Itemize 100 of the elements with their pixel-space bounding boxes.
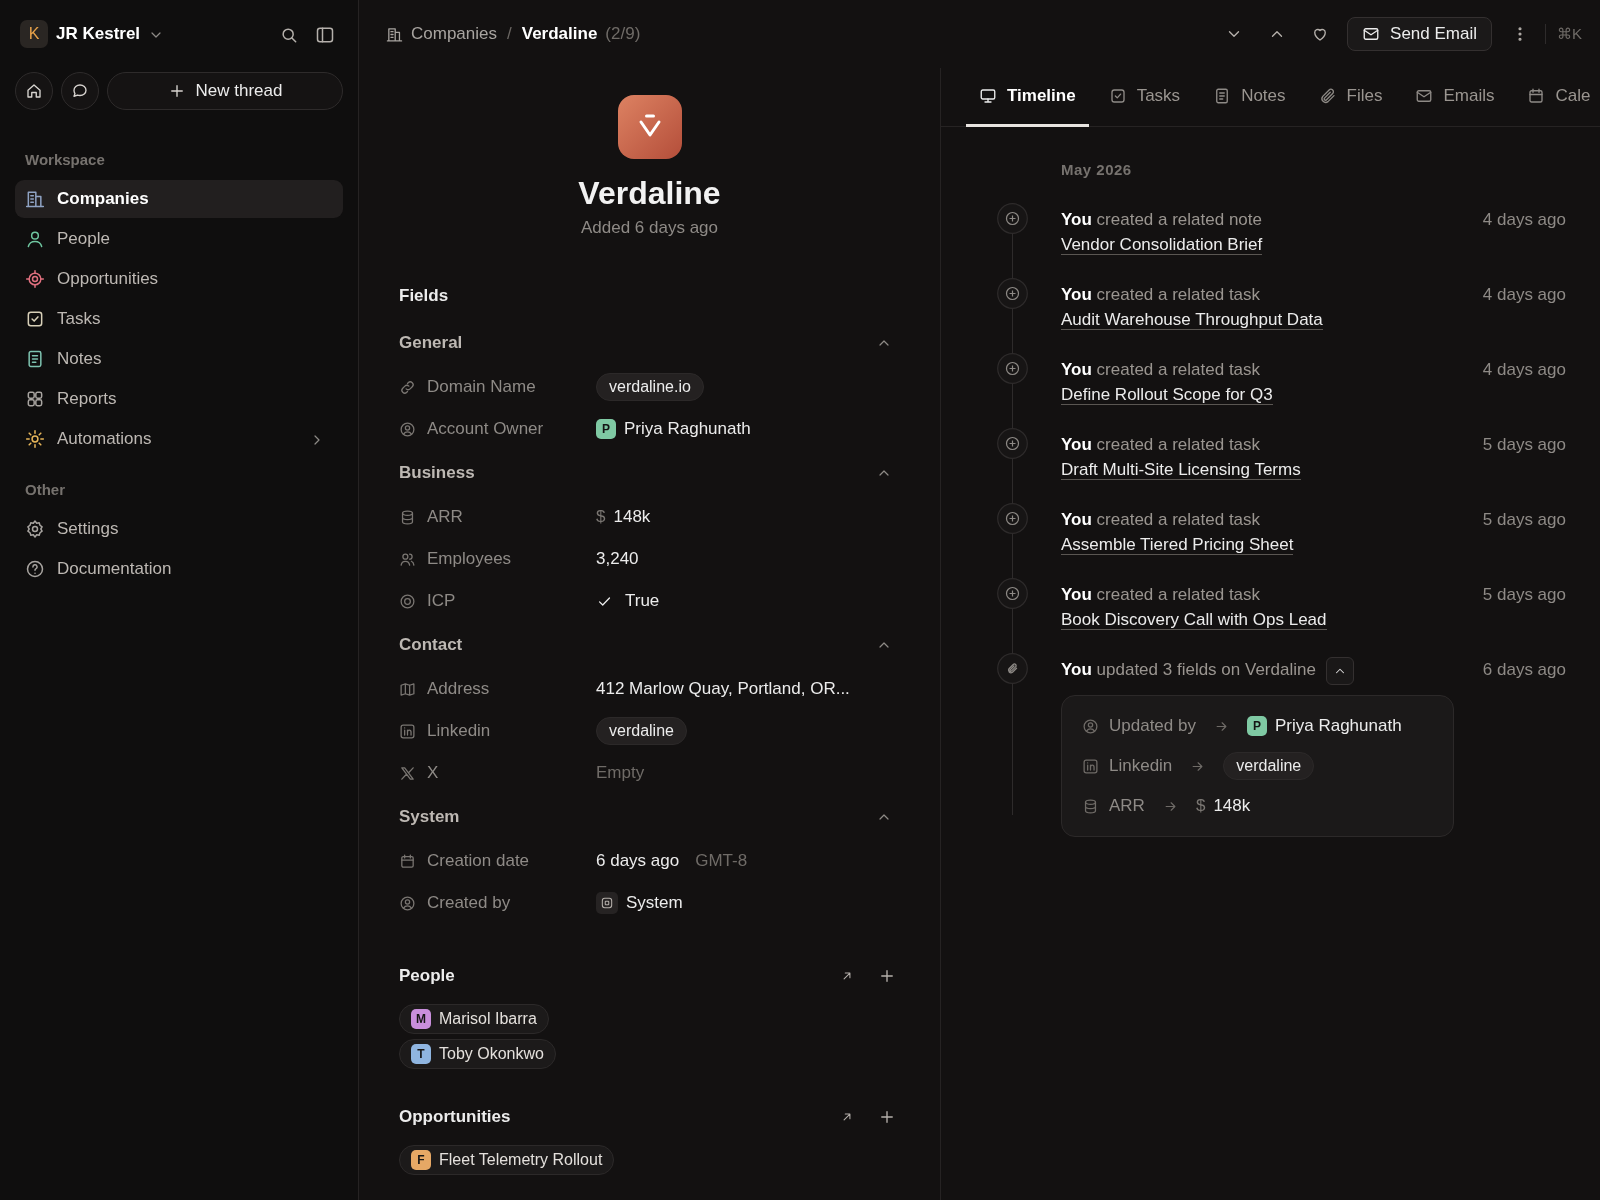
sidebar-item[interactable]: Automations — [15, 420, 343, 458]
event-text: You created a related note Vendor Consolidation Brief — [1061, 209, 1264, 257]
record-link[interactable]: Book Discovery Call with Ops Lead — [1061, 610, 1327, 630]
user-circle-icon — [399, 894, 416, 912]
record-link[interactable]: Audit Warehouse Throughput Data — [1061, 310, 1323, 330]
avatar: P — [596, 419, 616, 439]
record-chip[interactable]: F Fleet Telemetry Rollout — [399, 1145, 615, 1175]
tab[interactable]: Tasks — [1095, 68, 1194, 127]
field-label: Linkedin — [427, 720, 491, 743]
group-title: Contact — [399, 634, 463, 657]
event-text: You created a related task Assemble Tiered Pricing Sheet — [1061, 509, 1295, 557]
empty-value: Empty — [596, 762, 645, 785]
breadcrumb-separator: / — [507, 23, 512, 46]
sidebar-item[interactable]: People — [15, 220, 343, 258]
sidebar-item[interactable]: Notes — [15, 340, 343, 378]
record-link[interactable]: Define Rollout Scope for Q3 — [1061, 385, 1273, 405]
breadcrumb-current: Verdaline — [521, 23, 598, 46]
sidebar-item[interactable]: Tasks — [15, 300, 343, 338]
x-logo-icon — [399, 764, 416, 782]
system-icon — [600, 896, 614, 910]
calendar-icon — [399, 852, 416, 870]
note-icon — [25, 349, 45, 369]
event-text: You updated 3 fields on Verdaline — [1061, 653, 1456, 685]
building-icon — [386, 25, 403, 43]
event-time: 5 days ago — [1481, 509, 1567, 531]
link-icon — [399, 378, 416, 396]
linkedin-icon — [399, 722, 416, 740]
new-thread-button[interactable]: New thread — [107, 72, 343, 110]
group-title: System — [399, 806, 460, 829]
home-button[interactable] — [15, 72, 53, 110]
sidebar-item[interactable]: Companies — [15, 180, 343, 218]
workspace-name[interactable]: JR Kestrel — [56, 21, 141, 47]
target-icon — [25, 269, 45, 289]
sidebar-item[interactable]: Settings — [15, 510, 343, 548]
field-label: Employees — [427, 548, 512, 571]
record-subtitle: Added 6 days ago — [580, 217, 719, 239]
group-title: Business — [399, 462, 475, 485]
breadcrumb-link[interactable]: Companies — [411, 21, 497, 47]
value-chip[interactable]: verdaline — [596, 717, 687, 745]
plus-icon[interactable] — [878, 967, 896, 985]
fields-heading: Fields — [399, 284, 450, 307]
record-link[interactable]: Assemble Tiered Pricing Sheet — [1061, 535, 1294, 555]
currency-symbol: $ — [1195, 795, 1206, 818]
chip-label: Marisol Ibarra — [439, 1009, 537, 1029]
event-text: You created a related task Draft Multi-Site Licensing Terms — [1061, 434, 1302, 482]
record-chip[interactable]: M Marisol Ibarra — [399, 1004, 549, 1034]
record-position: (2/9) — [605, 23, 641, 46]
sidebar-item[interactable]: Documentation — [15, 550, 343, 588]
section-title: People — [399, 965, 455, 988]
workspace-avatar: K — [20, 20, 48, 48]
paperclip-icon — [1318, 87, 1337, 105]
tab[interactable]: Cale — [1514, 68, 1600, 127]
shortcut-hint: ⌘K — [1557, 23, 1582, 44]
section-title: Opportunities — [399, 1106, 511, 1129]
mail-icon — [1362, 25, 1381, 43]
event-text: You created a related task Audit Warehouse Throughput Data — [1061, 284, 1324, 332]
tab[interactable]: Timeline — [966, 68, 1089, 127]
field-label: Creation date — [427, 850, 530, 873]
database-icon — [1082, 797, 1099, 815]
send-email-button[interactable]: Send Email — [1347, 17, 1492, 51]
avatar: M — [411, 1009, 431, 1029]
record-link[interactable]: Vendor Consolidation Brief — [1061, 235, 1263, 255]
linkedin-icon — [1082, 757, 1099, 775]
company-logo — [617, 95, 682, 159]
timezone-label: GMT-8 — [695, 850, 748, 873]
calendar-icon — [1527, 87, 1546, 105]
avatar: T — [411, 1044, 431, 1064]
event-time: 6 days ago — [1481, 659, 1567, 681]
person-name: Priya Raghunath — [1274, 715, 1402, 738]
field-label: Domain Name — [427, 376, 536, 399]
tab[interactable]: Emails — [1402, 68, 1508, 127]
field-value: 148k — [613, 506, 651, 529]
building-icon — [25, 189, 45, 209]
field-label: Created by — [427, 892, 511, 915]
record-chip[interactable]: T Toby Okonkwo — [399, 1039, 556, 1069]
record-title: Verdaline — [578, 174, 721, 213]
help-icon — [25, 559, 45, 579]
sidebar-item[interactable]: Opportunities — [15, 260, 343, 298]
chat-button[interactable] — [61, 72, 99, 110]
tab[interactable]: Files — [1305, 68, 1396, 127]
field-value: 148k — [1213, 795, 1251, 818]
avatar: F — [411, 1150, 431, 1170]
plus-icon[interactable] — [878, 1108, 896, 1126]
change-label: ARR — [1109, 795, 1145, 818]
person-name: Priya Raghunath — [624, 418, 751, 441]
section-label: Workspace — [24, 150, 106, 170]
checkbox-icon — [25, 309, 45, 329]
field-value: System — [626, 892, 683, 915]
value-chip[interactable]: verdaline — [1223, 752, 1315, 780]
section-label: Other — [24, 480, 66, 500]
change-label: Updated by — [1109, 715, 1196, 738]
person-icon — [25, 229, 45, 249]
sidebar-item[interactable]: Reports — [15, 380, 343, 418]
field-value: 6 days ago — [596, 850, 680, 873]
avatar: P — [1246, 716, 1267, 736]
field-label: X — [427, 762, 439, 785]
tab[interactable]: Notes — [1200, 68, 1299, 127]
chip-label: Fleet Telemetry Rollout — [439, 1150, 603, 1170]
value-chip[interactable]: verdaline.io — [596, 373, 704, 401]
record-link[interactable]: Draft Multi-Site Licensing Terms — [1061, 460, 1301, 480]
